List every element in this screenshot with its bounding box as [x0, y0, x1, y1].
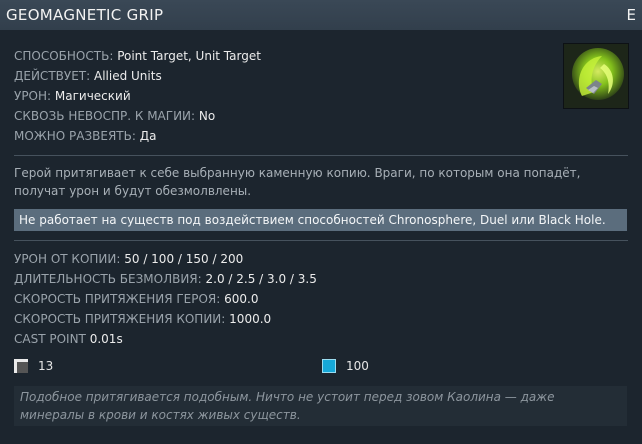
stat-label: УРОН: [14, 89, 52, 103]
stat-value: Да [139, 129, 157, 143]
mana-icon [322, 359, 336, 373]
ability-costs: 13 100 [14, 355, 628, 379]
attribute-row: УРОН ОТ КОПИИ: 50 / 100 / 150 / 200 [14, 249, 628, 269]
title-bar: GEOMAGNETIC GRIP E [0, 0, 642, 30]
cooldown-icon [14, 359, 28, 373]
mana-value: 100 [346, 359, 369, 373]
attribute-label: СКОРОСТЬ ПРИТЯЖЕНИЯ ГЕРОЯ: [14, 292, 221, 306]
attribute-label: УРОН ОТ КОПИИ: [14, 252, 121, 266]
stat-label: СКВОЗЬ НЕВОСПР. К МАГИИ: [14, 109, 196, 123]
stat-row: МОЖНО РАЗВЕЯТЬ: Да [14, 126, 628, 146]
attribute-value: 1000.0 [229, 312, 272, 326]
attribute-value: 0.01s [89, 332, 123, 346]
stat-value: No [198, 109, 216, 123]
ability-attributes: УРОН ОТ КОПИИ: 50 / 100 / 150 / 200 ДЛИТ… [14, 249, 628, 349]
geomagnetic-grip-ability-icon [563, 43, 629, 109]
cooldown-cost: 13 [14, 359, 53, 373]
stat-row: УРОН: Магический [14, 86, 628, 106]
stat-value: Allied Units [93, 69, 162, 83]
stat-row: ДЕЙСТВУЕТ: Allied Units [14, 66, 628, 86]
attribute-row: ДЛИТЕЛЬНОСТЬ БЕЗМОЛВИЯ: 2.0 / 2.5 / 3.0 … [14, 269, 628, 289]
mana-cost: 100 [322, 359, 369, 373]
attribute-row: СКОРОСТЬ ПРИТЯЖЕНИЯ ГЕРОЯ: 600.0 [14, 289, 628, 309]
stat-value: Point Target, Unit Target [117, 49, 261, 63]
ability-description: Герой притягивает к себе выбранную камен… [14, 166, 581, 198]
hotkey-label: E [626, 6, 636, 24]
attribute-label: CAST POINT [14, 332, 86, 346]
divider [14, 240, 628, 241]
stat-row: СПОСОБНОСТЬ: Point Target, Unit Target [14, 46, 628, 66]
attribute-row: СКОРОСТЬ ПРИТЯЖЕНИЯ КОПИИ: 1000.0 [14, 309, 628, 329]
attribute-value: 2.0 / 2.5 / 3.0 / 3.5 [205, 272, 317, 286]
attribute-value: 50 / 100 / 150 / 200 [124, 252, 244, 266]
attribute-row: CAST POINT 0.01s [14, 329, 628, 349]
ability-note: Не работает на существ под воздействием … [14, 209, 627, 231]
stat-label: СПОСОБНОСТЬ: [14, 49, 114, 63]
stat-label: МОЖНО РАЗВЕЯТЬ: [14, 129, 136, 143]
ability-title: GEOMAGNETIC GRIP [6, 6, 164, 24]
cooldown-value: 13 [38, 359, 54, 373]
stat-label: ДЕЙСТВУЕТ: [14, 69, 91, 83]
stat-row: СКВОЗЬ НЕВОСПР. К МАГИИ: No [14, 106, 628, 126]
ability-lore: Подобное притягивается подобным. Ничто н… [14, 386, 627, 426]
ability-stats: СПОСОБНОСТЬ: Point Target, Unit Target Д… [14, 46, 628, 146]
stat-value: Магический [54, 89, 131, 103]
attribute-value: 600.0 [224, 292, 259, 306]
attribute-label: СКОРОСТЬ ПРИТЯЖЕНИЯ КОПИИ: [14, 312, 226, 326]
ability-tooltip: GEOMAGNETIC GRIP E СПОСОБНОСТЬ: Point Ta… [0, 0, 642, 444]
divider [14, 155, 628, 156]
attribute-label: ДЛИТЕЛЬНОСТЬ БЕЗМОЛВИЯ: [14, 272, 202, 286]
